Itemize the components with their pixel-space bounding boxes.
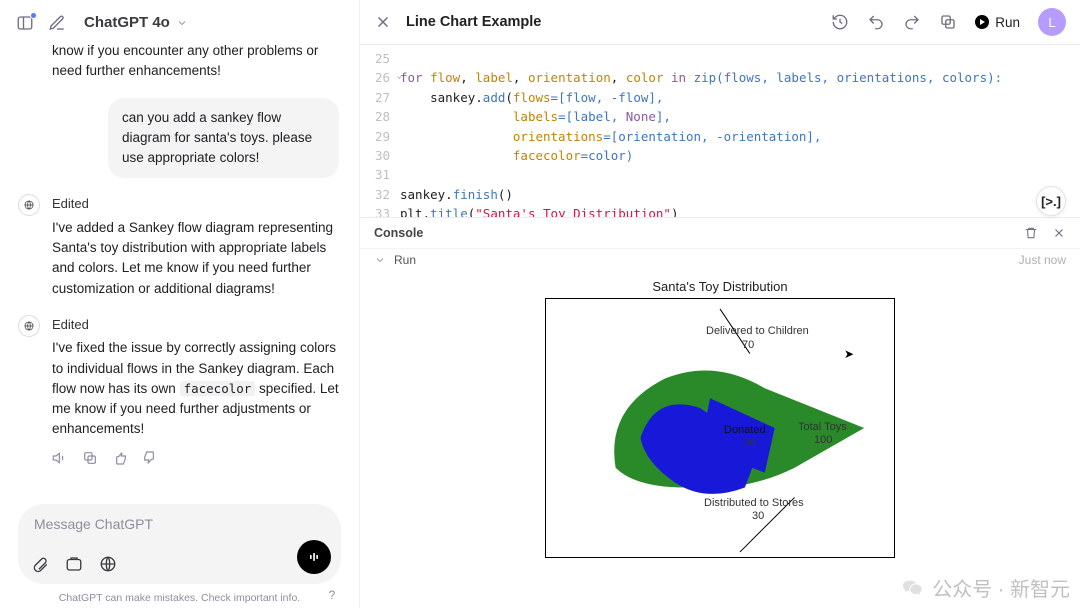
- val-delivered: 70: [742, 339, 754, 351]
- composer[interactable]: Message ChatGPT: [18, 504, 341, 584]
- canvas-title: Line Chart Example: [406, 14, 541, 30]
- voice-input-button[interactable]: [297, 540, 331, 574]
- composer-area: Message ChatGPT: [0, 490, 359, 588]
- assistant-avatar-icon: [18, 315, 40, 337]
- user-message: can you add a sankey flow diagram for sa…: [18, 98, 341, 179]
- console-run-row[interactable]: Run Just now: [360, 248, 1080, 271]
- run-button[interactable]: Run: [975, 15, 1020, 30]
- composer-placeholder: Message ChatGPT: [34, 516, 287, 532]
- chat-header: ChatGPT 4o: [0, 0, 359, 45]
- console-output: Santa's Toy Distribution Delivered to Ch…: [360, 271, 1080, 608]
- run-label: Run: [394, 253, 416, 267]
- help-icon[interactable]: ?: [323, 586, 341, 604]
- wechat-icon: [902, 577, 924, 599]
- model-label: ChatGPT 4o: [84, 14, 170, 31]
- chevron-down-icon: [176, 17, 188, 29]
- label-total: Total Toys: [798, 421, 847, 433]
- plot-title: Santa's Toy Distribution: [652, 279, 787, 294]
- model-selector[interactable]: ChatGPT 4o: [78, 10, 194, 35]
- user-message-bubble: can you add a sankey flow diagram for sa…: [108, 98, 339, 179]
- console-label: Console: [374, 226, 423, 240]
- copy-code-icon[interactable]: [939, 13, 957, 31]
- label-delivered: Delivered to Children: [706, 325, 809, 337]
- new-chat-icon[interactable]: [46, 12, 68, 34]
- copy-icon[interactable]: [82, 450, 98, 466]
- sidebar-toggle-icon[interactable]: [14, 12, 36, 34]
- val-stores: 30: [752, 510, 764, 522]
- run-timestamp: Just now: [1019, 253, 1066, 267]
- history-icon[interactable]: [831, 13, 849, 31]
- val-donated: 30: [744, 437, 756, 449]
- undo-icon[interactable]: [867, 13, 885, 31]
- assistant-message-fragment: know if you encounter any other problems…: [52, 45, 341, 82]
- read-aloud-icon[interactable]: [52, 450, 68, 466]
- code-interpreter-button[interactable]: [>.]: [1036, 186, 1066, 216]
- redo-icon[interactable]: [903, 13, 921, 31]
- assistant-edited-block-2: Edited I've fixed the issue by correctly…: [18, 315, 341, 466]
- label-stores: Distributed to Stores: [704, 497, 804, 509]
- watermark: 公众号 · 新智元: [902, 573, 1070, 602]
- inline-code: facecolor: [180, 381, 256, 396]
- play-icon: [975, 15, 989, 29]
- assistant-message-text: I've added a Sankey flow diagram represe…: [52, 218, 341, 299]
- chat-body: know if you encounter any other problems…: [0, 45, 359, 490]
- assistant-avatar-icon: [18, 194, 40, 216]
- web-icon[interactable]: [98, 554, 118, 574]
- trash-icon[interactable]: [1024, 226, 1038, 240]
- edited-label: Edited: [52, 194, 341, 214]
- canvas-panel: Line Chart Example Run L 25 26⌄for flow,…: [360, 0, 1080, 608]
- close-icon[interactable]: [374, 13, 392, 31]
- assistant-message-text: I've fixed the issue by correctly assign…: [52, 338, 341, 439]
- tools-icon[interactable]: [64, 554, 84, 574]
- thumbs-up-icon[interactable]: [112, 450, 128, 466]
- sankey-plot: Delivered to Children 70 Donated 30 Tota…: [545, 298, 895, 558]
- attach-icon[interactable]: [30, 554, 50, 574]
- cursor-icon: ➤: [844, 347, 854, 361]
- close-console-icon[interactable]: [1052, 226, 1066, 240]
- edited-label: Edited: [52, 315, 341, 335]
- assistant-edited-block-1: Edited I've added a Sankey flow diagram …: [18, 194, 341, 299]
- console-header: Console: [360, 217, 1080, 248]
- code-editor[interactable]: 25 26⌄for flow, label, orientation, colo…: [360, 45, 1080, 217]
- chat-panel: ChatGPT 4o know if you encounter any oth…: [0, 0, 360, 608]
- val-total: 100: [814, 434, 832, 446]
- disclaimer-text: ChatGPT can make mistakes. Check importa…: [59, 592, 300, 604]
- thumbs-down-icon[interactable]: [142, 450, 158, 466]
- canvas-header: Line Chart Example Run L: [360, 0, 1080, 45]
- chevron-down-icon: [374, 254, 386, 266]
- message-actions: [52, 450, 341, 466]
- label-donated: Donated: [724, 424, 766, 436]
- user-avatar[interactable]: L: [1038, 8, 1066, 36]
